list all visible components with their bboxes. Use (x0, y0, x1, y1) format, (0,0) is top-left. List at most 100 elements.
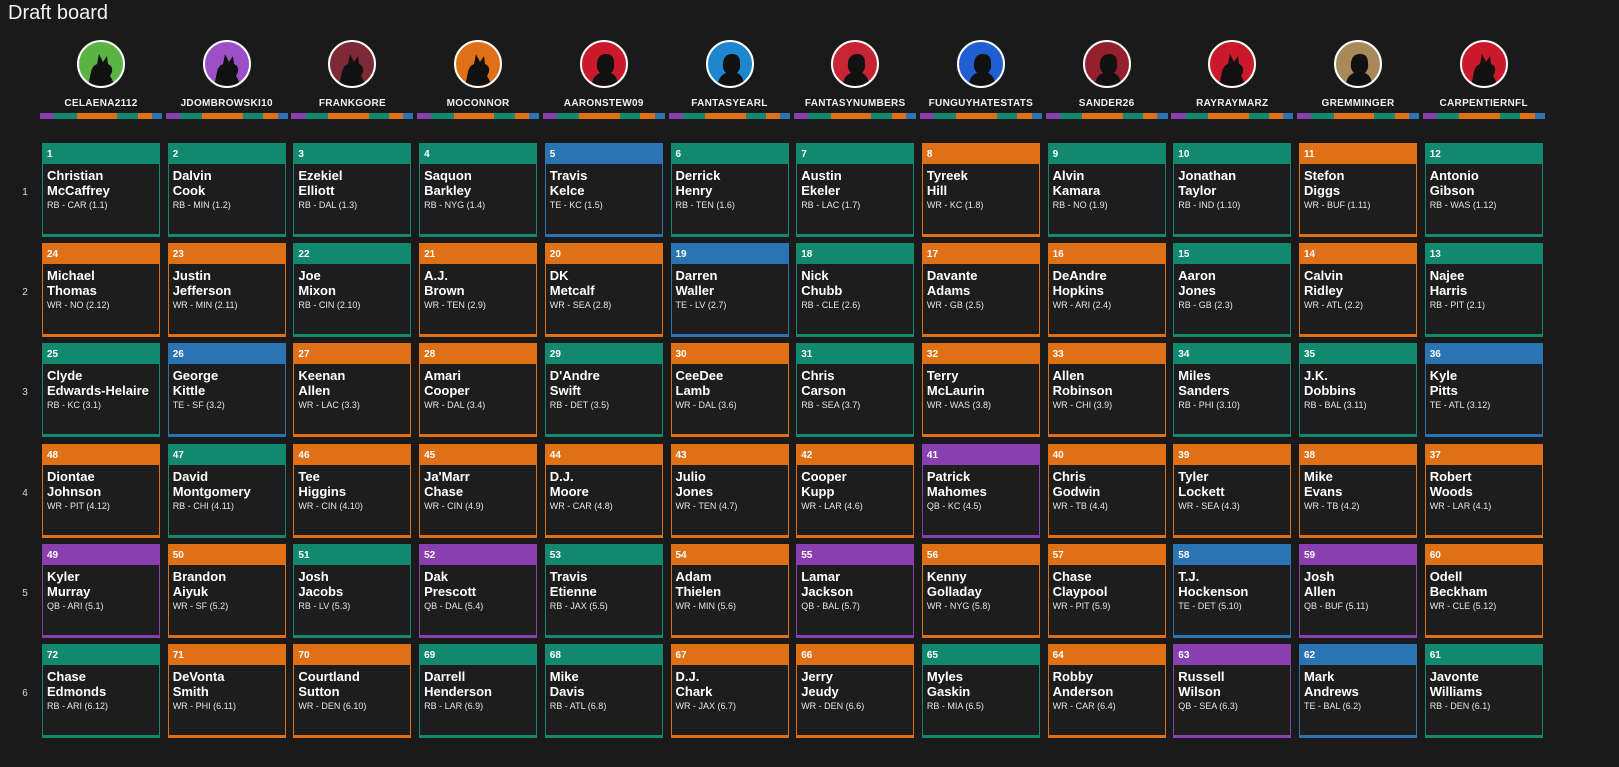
pick-card[interactable]: 24 Michael Thomas WR - NO (2.12) (42, 243, 160, 338)
pick-card[interactable]: 19 Darren Waller TE - LV (2.7) (670, 243, 789, 338)
pick-card[interactable]: 31 Chris Carson RB - SEA (3.7) (796, 343, 915, 438)
pick-card[interactable]: 21 A.J. Brown WR - TEN (2.9) (419, 243, 538, 338)
pick-card[interactable]: 59 Josh Allen QB - BUF (5.11) (1299, 543, 1417, 638)
pick-card[interactable]: 35 J.K. Dobbins RB - BAL (3.11) (1299, 343, 1417, 438)
pick-card[interactable]: 53 Travis Etienne RB - JAX (5.5) (544, 543, 663, 638)
pick-card[interactable]: 3 Ezekiel Elliott RB - DAL (1.3) (293, 143, 412, 237)
pick-card[interactable]: 7 Austin Ekeler RB - LAC (1.7) (796, 143, 915, 237)
pick-card[interactable]: 63 Russell Wilson QB - SEA (6.3) (1173, 644, 1292, 738)
team-avatar[interactable] (454, 40, 503, 88)
pick-card[interactable]: 39 Tyler Lockett WR - SEA (4.3) (1173, 443, 1292, 538)
roster-position-bar (542, 113, 665, 119)
pick-card[interactable]: 37 Robert Woods WR - LAR (4.1) (1424, 443, 1543, 538)
pick-card[interactable]: 62 Mark Andrews TE - BAL (6.2) (1299, 644, 1417, 738)
team-avatar[interactable] (705, 40, 754, 88)
pick-card[interactable]: 2 Dalvin Cook RB - MIN (1.2) (167, 143, 286, 237)
pick-card[interactable]: 13 Najee Harris RB - PIT (2.1) (1424, 243, 1543, 338)
pick-card[interactable]: 4 Saquon Barkley RB - NYG (1.4) (419, 143, 538, 237)
player-first-name: Lamar (801, 568, 841, 584)
pick-card[interactable]: 64 Robby Anderson WR - CAR (6.4) (1047, 644, 1166, 738)
pick-card[interactable]: 60 Odell Beckham WR - CLE (5.12) (1424, 543, 1543, 638)
pick-card[interactable]: 1 Christian McCaffrey RB - CAR (1.1) (42, 143, 160, 237)
pick-card[interactable]: 6 Derrick Henry RB - TEN (1.6) (670, 143, 789, 237)
pick-card[interactable]: 65 Myles Gaskin RB - MIA (6.5) (921, 644, 1040, 738)
pick-card[interactable]: 34 Miles Sanders RB - PHI (3.10) (1173, 343, 1292, 438)
pick-card[interactable]: 48 Diontae Johnson WR - PIT (4.12) (42, 443, 160, 538)
pick-card[interactable]: 67 D.J. Chark WR - JAX (6.7) (670, 644, 789, 738)
team-avatar[interactable] (579, 40, 628, 88)
position-segment (1333, 113, 1375, 119)
pick-card[interactable]: 61 Javonte Williams RB - DEN (6.1) (1424, 644, 1543, 738)
pick-card[interactable]: 20 DK Metcalf WR - SEA (2.8) (544, 243, 663, 338)
pick-card[interactable]: 8 Tyreek Hill WR - KC (1.8) (921, 143, 1040, 237)
pick-card[interactable]: 42 Cooper Kupp WR - LAR (4.6) (796, 443, 915, 538)
pick-card[interactable]: 41 Patrick Mahomes QB - KC (4.5) (921, 443, 1040, 538)
team-avatar[interactable] (956, 40, 1005, 88)
pick-card[interactable]: 15 Aaron Jones RB - GB (2.3) (1173, 243, 1292, 338)
pick-card[interactable]: 68 Mike Davis RB - ATL (6.8) (544, 644, 663, 738)
pick-card[interactable]: 9 Alvin Kamara RB - NO (1.9) (1047, 143, 1166, 237)
pick-card[interactable]: 57 Chase Claypool WR - PIT (5.9) (1047, 543, 1166, 638)
position-segment (1207, 113, 1249, 119)
pick-card[interactable]: 12 Antonio Gibson RB - WAS (1.12) (1424, 143, 1543, 237)
team-avatar[interactable] (831, 40, 880, 88)
position-segment (794, 113, 809, 119)
pick-card[interactable]: 46 Tee Higgins WR - CIN (4.10) (293, 443, 412, 538)
pick-card[interactable]: 69 Darrell Henderson RB - LAR (6.9) (419, 644, 538, 738)
player-position-team: WR - TEN (2.9) (424, 300, 486, 311)
pick-card[interactable]: 54 Adam Thielen WR - MIN (5.6) (670, 543, 789, 638)
pick-card[interactable]: 32 Terry McLaurin WR - WAS (3.8) (921, 343, 1040, 438)
pick-card[interactable]: 44 D.J. Moore WR - CAR (4.8) (544, 443, 663, 538)
pick-card[interactable]: 47 David Montgomery RB - CHI (4.11) (167, 443, 286, 538)
player-position-team: WR - LAR (4.6) (801, 500, 863, 511)
pick-card[interactable]: 10 Jonathan Taylor RB - IND (1.10) (1173, 143, 1292, 237)
pick-card[interactable]: 38 Mike Evans WR - TB (4.2) (1299, 443, 1417, 538)
position-segment (557, 113, 580, 119)
pick-card[interactable]: 51 Josh Jacobs RB - LV (5.3) (293, 543, 412, 638)
pick-card[interactable]: 28 Amari Cooper WR - DAL (3.4) (419, 343, 538, 438)
team-avatar[interactable] (77, 40, 125, 88)
pick-card[interactable]: 23 Justin Jefferson WR - MIN (2.11) (167, 243, 286, 338)
team-avatar[interactable] (1208, 40, 1257, 88)
position-segment (780, 113, 791, 119)
player-last-name: Higgins (298, 483, 347, 499)
pick-card[interactable]: 55 Lamar Jackson QB - BAL (5.7) (796, 543, 915, 638)
team-avatar[interactable] (328, 40, 377, 88)
pick-card[interactable]: 18 Nick Chubb RB - CLE (2.6) (796, 243, 915, 338)
pick-card[interactable]: 43 Julio Jones WR - TEN (4.7) (670, 443, 789, 538)
pick-card[interactable]: 30 CeeDee Lamb WR - DAL (3.6) (670, 343, 789, 438)
team-avatar[interactable] (202, 40, 251, 88)
team-avatar[interactable] (1334, 40, 1382, 88)
pick-card[interactable]: 50 Brandon Aiyuk WR - SF (5.2) (167, 543, 286, 638)
pick-card[interactable]: 22 Joe Mixon RB - CIN (2.10) (293, 243, 412, 338)
pick-card[interactable]: 52 Dak Prescott QB - DAL (5.4) (419, 543, 538, 638)
team-name: FRANKGORE (318, 98, 386, 109)
pick-card[interactable]: 16 DeAndre Hopkins WR - ARI (2.4) (1047, 243, 1166, 338)
pick-card[interactable]: 11 Stefon Diggs WR - BUF (1.11) (1299, 143, 1417, 237)
pick-card[interactable]: 29 D'Andre Swift RB - DET (3.5) (544, 343, 663, 438)
pick-number: 34 (1174, 344, 1291, 365)
team-avatar[interactable] (1082, 40, 1131, 88)
pick-card[interactable]: 58 T.J. Hockenson TE - DET (5.10) (1173, 543, 1292, 638)
pick-number: 57 (1048, 544, 1165, 565)
pick-card[interactable]: 17 Davante Adams WR - GB (2.5) (921, 243, 1040, 338)
pick-card[interactable]: 49 Kyler Murray QB - ARI (5.1) (42, 543, 160, 638)
pick-card[interactable]: 40 Chris Godwin WR - TB (4.4) (1047, 443, 1166, 538)
pick-card[interactable]: 33 Allen Robinson WR - CHI (3.9) (1047, 343, 1166, 438)
player-last-name: Mixon (298, 283, 336, 299)
pick-card[interactable]: 45 Ja'Marr Chase WR - CIN (4.9) (419, 443, 538, 538)
player-position-team: WR - TB (4.2) (1304, 500, 1360, 511)
pick-card[interactable]: 66 Jerry Jeudy WR - DEN (6.6) (796, 644, 915, 738)
pick-card[interactable]: 71 DeVonta Smith WR - PHI (6.11) (167, 644, 286, 738)
pick-card[interactable]: 14 Calvin Ridley WR - ATL (2.2) (1299, 243, 1417, 338)
pick-card[interactable]: 5 Travis Kelce TE - KC (1.5) (544, 143, 663, 237)
pick-card[interactable]: 56 Kenny Golladay WR - NYG (5.8) (921, 543, 1040, 638)
player-last-name: Johnson (47, 483, 102, 499)
pick-card[interactable]: 36 Kyle Pitts TE - ATL (3.12) (1424, 343, 1543, 438)
pick-card[interactable]: 26 George Kittle TE - SF (3.2) (167, 343, 286, 438)
team-avatar[interactable] (1459, 40, 1508, 88)
pick-card[interactable]: 72 Chase Edmonds RB - ARI (6.12) (42, 644, 160, 738)
pick-card[interactable]: 25 Clyde Edwards-Helaire RB - KC (3.1) (42, 343, 160, 438)
pick-card[interactable]: 27 Keenan Allen WR - LAC (3.3) (293, 343, 412, 438)
pick-card[interactable]: 70 Courtland Sutton WR - DEN (6.10) (293, 644, 412, 738)
